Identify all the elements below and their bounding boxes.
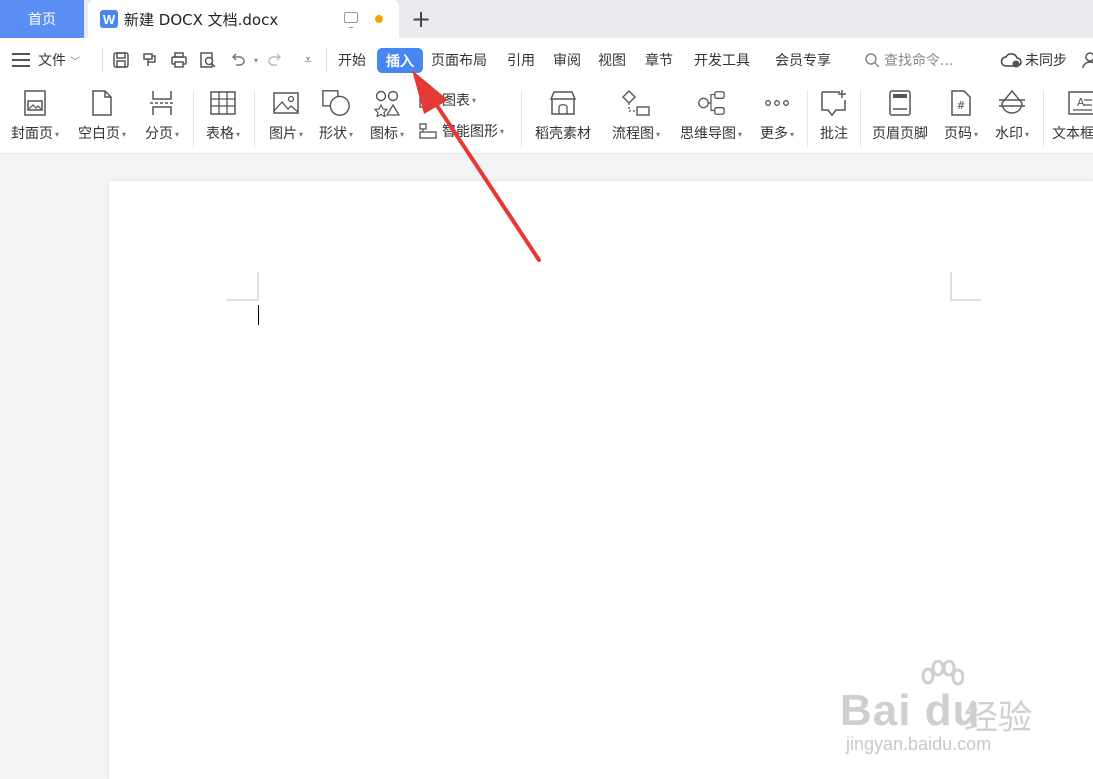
print-icon[interactable] <box>169 50 189 70</box>
page-number-label: 页码 <box>943 126 972 142</box>
cover-page-label: 封面页 <box>10 126 53 142</box>
divider <box>860 90 861 148</box>
blank-page-label: 空白页 <box>77 126 120 142</box>
unsaved-dot-icon <box>375 15 383 23</box>
svg-text:#: # <box>956 99 965 112</box>
more-label: 更多 <box>759 126 788 142</box>
cloud-icon <box>1000 53 1022 68</box>
chevron-down-icon: ﹀ <box>70 56 80 68</box>
shape-icon <box>321 87 351 119</box>
watermark-main-text: Bai du <box>840 686 981 735</box>
page-break-label: 分页 <box>144 126 173 142</box>
file-menu[interactable]: 文件 ﹀ <box>12 38 80 82</box>
watermark-url: jingyan.baidu.com <box>846 734 992 754</box>
divider <box>807 90 808 148</box>
print-preview-icon[interactable] <box>198 50 218 70</box>
comment-icon <box>819 87 849 119</box>
divider <box>193 90 194 148</box>
tab-developer-tools[interactable]: 开发工具 <box>694 38 750 82</box>
page-break-button[interactable]: 分页 ▾ <box>139 82 185 154</box>
text-cursor <box>258 305 259 325</box>
watermark-button[interactable]: 水印 ▾ <box>990 82 1034 154</box>
home-tab[interactable]: 首页 <box>0 0 84 38</box>
monitor-icon[interactable] <box>344 12 358 28</box>
mindmap-button[interactable]: 思维导图 ▾ <box>673 82 749 154</box>
baidu-jingyan-watermark: Bai du 经验 jingyan.baidu.com <box>836 660 1046 770</box>
undo-dropdown-icon[interactable]: ▾ <box>246 50 266 70</box>
picture-label: 图片 <box>268 126 297 142</box>
header-footer-label: 页眉页脚 <box>872 126 928 142</box>
cover-page-button[interactable]: 封面页 ▾ <box>6 82 64 154</box>
icon-library-label: 图标 <box>369 126 398 142</box>
more-button[interactable]: 更多 ▾ <box>754 82 800 154</box>
picture-button[interactable]: 图片 ▾ <box>263 82 309 154</box>
watermark-label: 水印 <box>994 126 1023 142</box>
mindmap-label: 思维导图 <box>679 126 736 142</box>
blank-page-button[interactable]: 空白页 ▾ <box>72 82 132 154</box>
page-number-icon: # <box>946 87 976 119</box>
header-footer-icon <box>885 87 915 119</box>
title-bar: 首页 W 新建 DOCX 文档.docx + <box>0 0 1093 38</box>
tab-start[interactable]: 开始 <box>338 38 366 82</box>
flowchart-label: 流程图 <box>611 126 654 142</box>
icon-library-icon <box>372 87 402 119</box>
redo-icon[interactable] <box>265 50 285 70</box>
save-icon[interactable] <box>111 50 131 70</box>
shape-label: 形状 <box>318 126 347 142</box>
flowchart-button[interactable]: 流程图 ▾ <box>604 82 668 154</box>
svg-text:A: A <box>1077 96 1085 109</box>
divider <box>254 90 255 148</box>
user-icon[interactable] <box>1080 50 1093 70</box>
file-menu-label: 文件 <box>38 53 66 69</box>
divider <box>326 48 327 72</box>
watermark-icon <box>997 87 1027 119</box>
comment-button[interactable]: 批注 <box>814 82 854 154</box>
customize-toolbar-icon[interactable]: ⩡ <box>298 50 318 70</box>
cover-page-icon <box>20 87 50 119</box>
mindmap-icon <box>696 87 726 119</box>
new-tab-button[interactable]: + <box>410 4 432 34</box>
docer-store-icon <box>548 87 578 119</box>
page-break-icon <box>147 87 177 119</box>
sync-status[interactable]: 未同步 <box>1000 38 1067 82</box>
table-label: 表格 <box>205 126 234 142</box>
sync-status-label: 未同步 <box>1025 53 1067 69</box>
document-tab[interactable]: W 新建 DOCX 文档.docx <box>88 0 399 38</box>
margin-corner-top-left <box>226 272 259 301</box>
textbox-button[interactable]: A 文本框 <box>1052 82 1093 154</box>
blank-page-icon <box>87 87 117 119</box>
document-tab-title: 新建 DOCX 文档.docx <box>124 10 279 29</box>
page-number-button[interactable]: # 页码 ▾ <box>939 82 983 154</box>
more-icon <box>762 87 792 119</box>
annotation-arrow <box>412 70 541 262</box>
picture-icon <box>271 87 301 119</box>
command-search-placeholder: 查找命令... <box>884 53 954 69</box>
watermark-cn-text: 经验 <box>964 699 1032 737</box>
textbox-icon: A <box>1066 87 1093 119</box>
margin-corner-top-right <box>950 272 981 301</box>
table-button[interactable]: 表格 ▾ <box>200 82 246 154</box>
hamburger-icon <box>12 53 30 67</box>
command-search[interactable]: 查找命令... <box>864 38 953 82</box>
tab-member-exclusive[interactable]: 会员专享 <box>775 38 831 82</box>
shape-button[interactable]: 形状 ▾ <box>313 82 359 154</box>
document-gutter <box>0 155 109 779</box>
wps-writer-icon: W <box>100 10 118 28</box>
tab-section[interactable]: 章节 <box>645 38 673 82</box>
comment-label: 批注 <box>820 126 848 142</box>
flowchart-icon <box>621 87 651 119</box>
header-footer-button[interactable]: 页眉页脚 <box>866 82 934 154</box>
tab-view[interactable]: 视图 <box>598 38 626 82</box>
divider <box>1043 90 1044 148</box>
divider <box>102 48 103 72</box>
tab-review[interactable]: 审阅 <box>553 38 581 82</box>
textbox-label: 文本框 <box>1052 126 1093 142</box>
search-icon <box>865 53 880 68</box>
format-painter-icon[interactable] <box>140 50 160 70</box>
table-icon <box>208 87 238 119</box>
undo-icon[interactable] <box>228 50 248 70</box>
